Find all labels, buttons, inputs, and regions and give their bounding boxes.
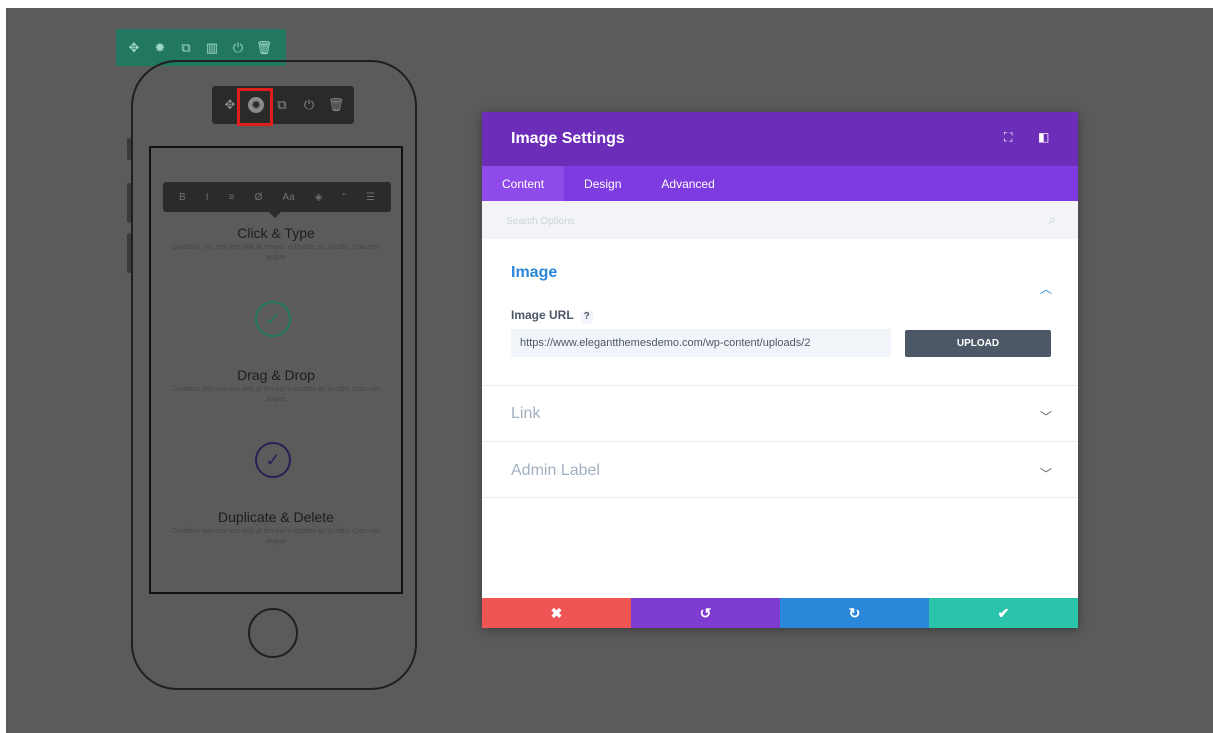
image-url-label: Image URL? <box>511 308 594 324</box>
feature-desc: Curabitur non nisi nec velit at tempor v… <box>171 528 381 545</box>
phone-side-button <box>127 138 131 160</box>
module-toolbar: ✥ ✹ ⧉ ⏻ 🗑 <box>212 86 354 124</box>
search-bar: ⌕ <box>482 201 1078 239</box>
power-icon[interactable]: ⏻ <box>229 39 247 57</box>
align-button[interactable]: ≡ <box>229 192 235 203</box>
phone-side-button <box>127 183 131 223</box>
gear-icon[interactable]: ✹ <box>151 39 169 57</box>
redo-icon: ↻ <box>848 604 861 621</box>
search-input[interactable] <box>504 211 1028 231</box>
canvas-backdrop: ✥ ✹ ⧉ ▥ ⏻ 🗑 ✥ ✹ ⧉ ⏻ 🗑 B I ≡ Ø Aa ◈ ” ☰ C… <box>6 8 1213 733</box>
search-icon[interactable]: ⌕ <box>1049 212 1056 228</box>
move-icon[interactable]: ✥ <box>125 39 143 57</box>
feature-desc: Curabitur non nisi nec velit at tempor v… <box>171 244 381 261</box>
bold-button[interactable]: B <box>179 192 186 203</box>
redo-button[interactable]: ↻ <box>780 598 929 628</box>
chevron-down-icon[interactable]: ﹀ <box>1040 408 1052 425</box>
font-size-button[interactable]: Aa <box>282 192 294 203</box>
tab-design[interactable]: Design <box>564 166 641 201</box>
undo-icon: ↺ <box>699 604 712 621</box>
section-image-title[interactable]: Image <box>511 264 557 282</box>
feature-desc: Curabitur non nisi nec velit at tempor v… <box>171 386 381 403</box>
duplicate-icon[interactable]: ⧉ <box>177 39 195 57</box>
tab-content[interactable]: Content <box>482 166 565 201</box>
toolbar-caret <box>269 212 281 218</box>
section-divider <box>482 441 1078 442</box>
feature-title: Duplicate & Delete <box>218 509 334 525</box>
trash-icon[interactable]: 🗑 <box>255 39 273 57</box>
feature-title: Drag & Drop <box>237 367 315 383</box>
modal-title: Image Settings <box>511 130 625 147</box>
undo-button[interactable]: ↺ <box>631 598 780 628</box>
italic-button[interactable]: I <box>206 192 209 203</box>
section-divider <box>482 385 1078 386</box>
phone-side-button <box>127 233 131 273</box>
modal-footer: ✖ ↺ ↻ ✔ <box>482 598 1078 628</box>
save-check-icon: ✔ <box>997 604 1010 621</box>
tab-advanced[interactable]: Advanced <box>641 166 734 201</box>
feature-block: Duplicate & Delete Curabitur non nisi ne… <box>156 509 396 547</box>
color-button[interactable]: ◈ <box>315 192 323 203</box>
phone-home-button <box>248 608 298 658</box>
section-admin-label-title[interactable]: Admin Label <box>511 462 600 480</box>
settings-highlight-box <box>237 88 273 126</box>
power-icon[interactable]: ⏻ <box>300 96 318 114</box>
expand-icon[interactable]: ⛶ <box>1004 130 1012 145</box>
check-circle-icon: ✓ <box>255 301 291 337</box>
trash-icon[interactable]: 🗑 <box>327 96 345 114</box>
image-url-input[interactable] <box>511 329 891 357</box>
text-format-toolbar: B I ≡ Ø Aa ◈ ” ☰ <box>163 182 391 218</box>
duplicate-icon[interactable]: ⧉ <box>273 96 291 114</box>
section-link-title[interactable]: Link <box>511 405 540 423</box>
discard-button[interactable]: ✖ <box>482 598 631 628</box>
feature-block: Drag & Drop Curabitur non nisi nec velit… <box>156 367 396 405</box>
image-settings-modal: Image Settings ⛶ ◧ Content Design Advanc… <box>482 112 1078 628</box>
link-button[interactable]: Ø <box>255 192 263 203</box>
upload-button[interactable]: UPLOAD <box>905 330 1051 357</box>
sidebar-icon[interactable]: ◧ <box>1038 130 1049 144</box>
section-divider <box>482 497 1078 498</box>
save-button[interactable]: ✔ <box>929 598 1078 628</box>
modal-header: Image Settings ⛶ ◧ <box>482 112 1078 166</box>
feature-title: Click & Type <box>237 225 315 241</box>
quote-button[interactable]: ” <box>343 192 346 203</box>
chevron-up-icon[interactable]: ︿ <box>1040 280 1052 297</box>
settings-tabs: Content Design Advanced <box>482 166 1078 201</box>
columns-icon[interactable]: ▥ <box>203 39 221 57</box>
chevron-down-icon[interactable]: ﹀ <box>1040 465 1052 482</box>
feature-block: Click & Type Curabitur non nisi nec veli… <box>156 225 396 263</box>
help-icon[interactable]: ? <box>579 310 594 324</box>
list-button[interactable]: ☰ <box>366 192 375 203</box>
close-icon: ✖ <box>550 604 563 621</box>
check-circle-icon: ✓ <box>255 442 291 478</box>
